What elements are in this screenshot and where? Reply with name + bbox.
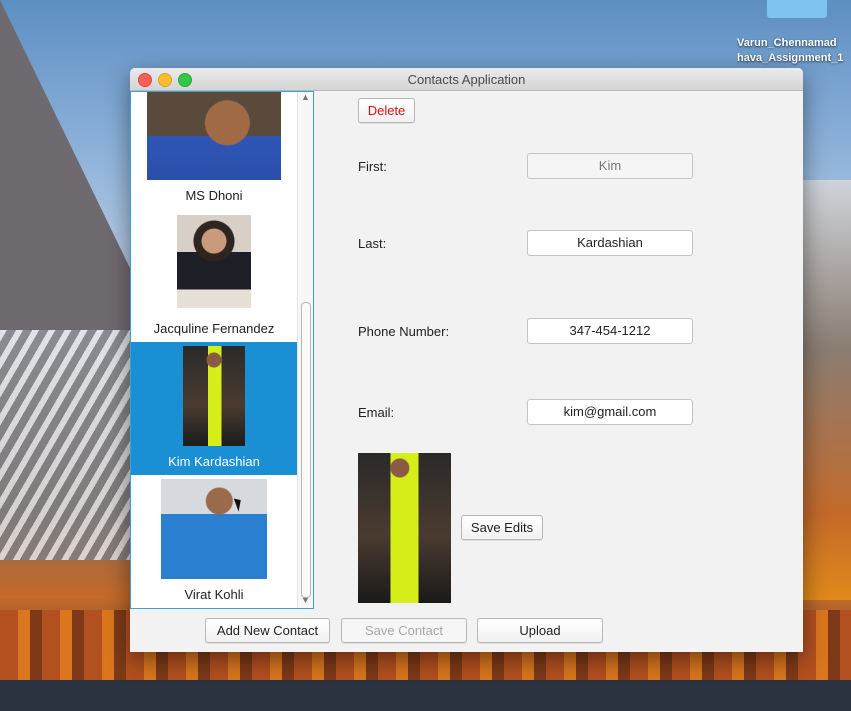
delete-button[interactable]: Delete — [358, 98, 415, 123]
add-new-contact-button[interactable]: Add New Contact — [205, 618, 330, 643]
list-scrollbar[interactable]: ▲ ▼ — [297, 92, 313, 608]
upload-button[interactable]: Upload — [477, 618, 603, 643]
desktop-file-label-line2: hava_Assignment_1 — [737, 52, 844, 64]
scroll-thumb[interactable] — [301, 302, 311, 598]
snowy-slope — [0, 330, 135, 560]
window-title: Contacts Application — [407, 72, 526, 87]
save-edits-button[interactable]: Save Edits — [461, 515, 543, 540]
contact-list[interactable]: MS Dhoni Jacquline Fernandez Kim Kardash… — [130, 91, 314, 609]
contact-photo — [183, 346, 245, 446]
contact-list-item-dhoni[interactable]: MS Dhoni — [131, 92, 297, 203]
contact-list-item-kim[interactable]: Kim Kardashian — [131, 342, 297, 475]
phone-number-field[interactable]: 347-454-1212 — [527, 318, 693, 344]
email-field[interactable]: kim@gmail.com — [527, 399, 693, 425]
scroll-down-icon[interactable]: ▼ — [301, 595, 310, 605]
contact-photo — [161, 479, 267, 579]
contact-photo — [177, 215, 251, 308]
contact-list-item-jacquline[interactable]: Jacquline Fernandez — [131, 209, 297, 342]
contact-name: MS Dhoni — [185, 188, 243, 203]
scroll-up-icon[interactable]: ▲ — [301, 92, 310, 102]
contact-list-item-virat[interactable]: Virat Kohli — [131, 475, 297, 608]
desktop-file-label[interactable]: Varun_Chennamad hava_Assignment_1 — [737, 36, 851, 66]
last-name-field[interactable]: Kardashian — [527, 230, 693, 256]
title-bar[interactable]: Contacts Application — [130, 68, 803, 91]
phone-number-label: Phone Number: — [358, 324, 450, 339]
lake — [0, 680, 851, 711]
first-name-field[interactable]: Kim — [527, 153, 693, 179]
contacts-window: Contacts Application MS Dhoni Jacquline … — [130, 68, 803, 652]
contact-photo — [147, 92, 281, 180]
folder-icon[interactable] — [767, 0, 827, 18]
contact-name: Kim Kardashian — [168, 454, 260, 469]
email-label: Email: — [358, 405, 395, 420]
desktop-file-label-line1: Varun_Chennamad — [737, 37, 837, 49]
contact-name: Virat Kohli — [184, 587, 244, 602]
save-contact-button[interactable]: Save Contact — [341, 618, 467, 643]
contact-name: Jacquline Fernandez — [153, 321, 275, 336]
first-name-label: First: — [358, 159, 387, 174]
last-name-label: Last: — [358, 236, 387, 251]
contact-detail-photo — [358, 453, 451, 603]
